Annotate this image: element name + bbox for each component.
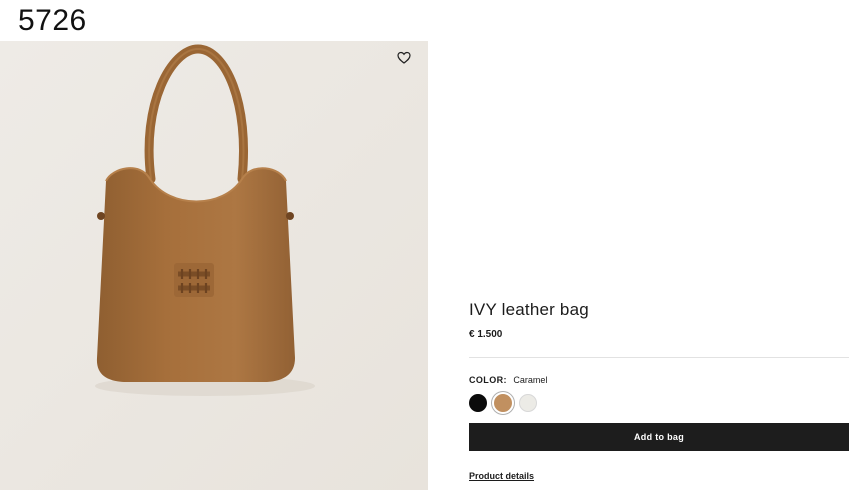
swatch-caramel[interactable]: [494, 394, 512, 412]
color-selection: COLOR: Caramel: [469, 375, 849, 385]
add-to-bag-button[interactable]: Add to bag: [469, 423, 849, 451]
product-details-link[interactable]: Product details: [469, 471, 534, 481]
bag-image: [0, 41, 428, 490]
product-price: € 1.500: [469, 329, 503, 340]
product-image: [0, 41, 428, 490]
product-details-panel: IVY leather bag € 1.500 COLOR: Caramel A…: [469, 300, 849, 484]
heart-icon[interactable]: [396, 50, 412, 66]
color-value: Caramel: [513, 375, 548, 385]
swatch-black[interactable]: [469, 394, 487, 412]
page-number: 5726: [18, 4, 87, 37]
color-swatches: [469, 394, 849, 412]
divider: [469, 357, 849, 358]
color-label: COLOR:: [469, 375, 507, 385]
swatch-white[interactable]: [519, 394, 537, 412]
product-title: IVY leather bag: [469, 300, 589, 319]
